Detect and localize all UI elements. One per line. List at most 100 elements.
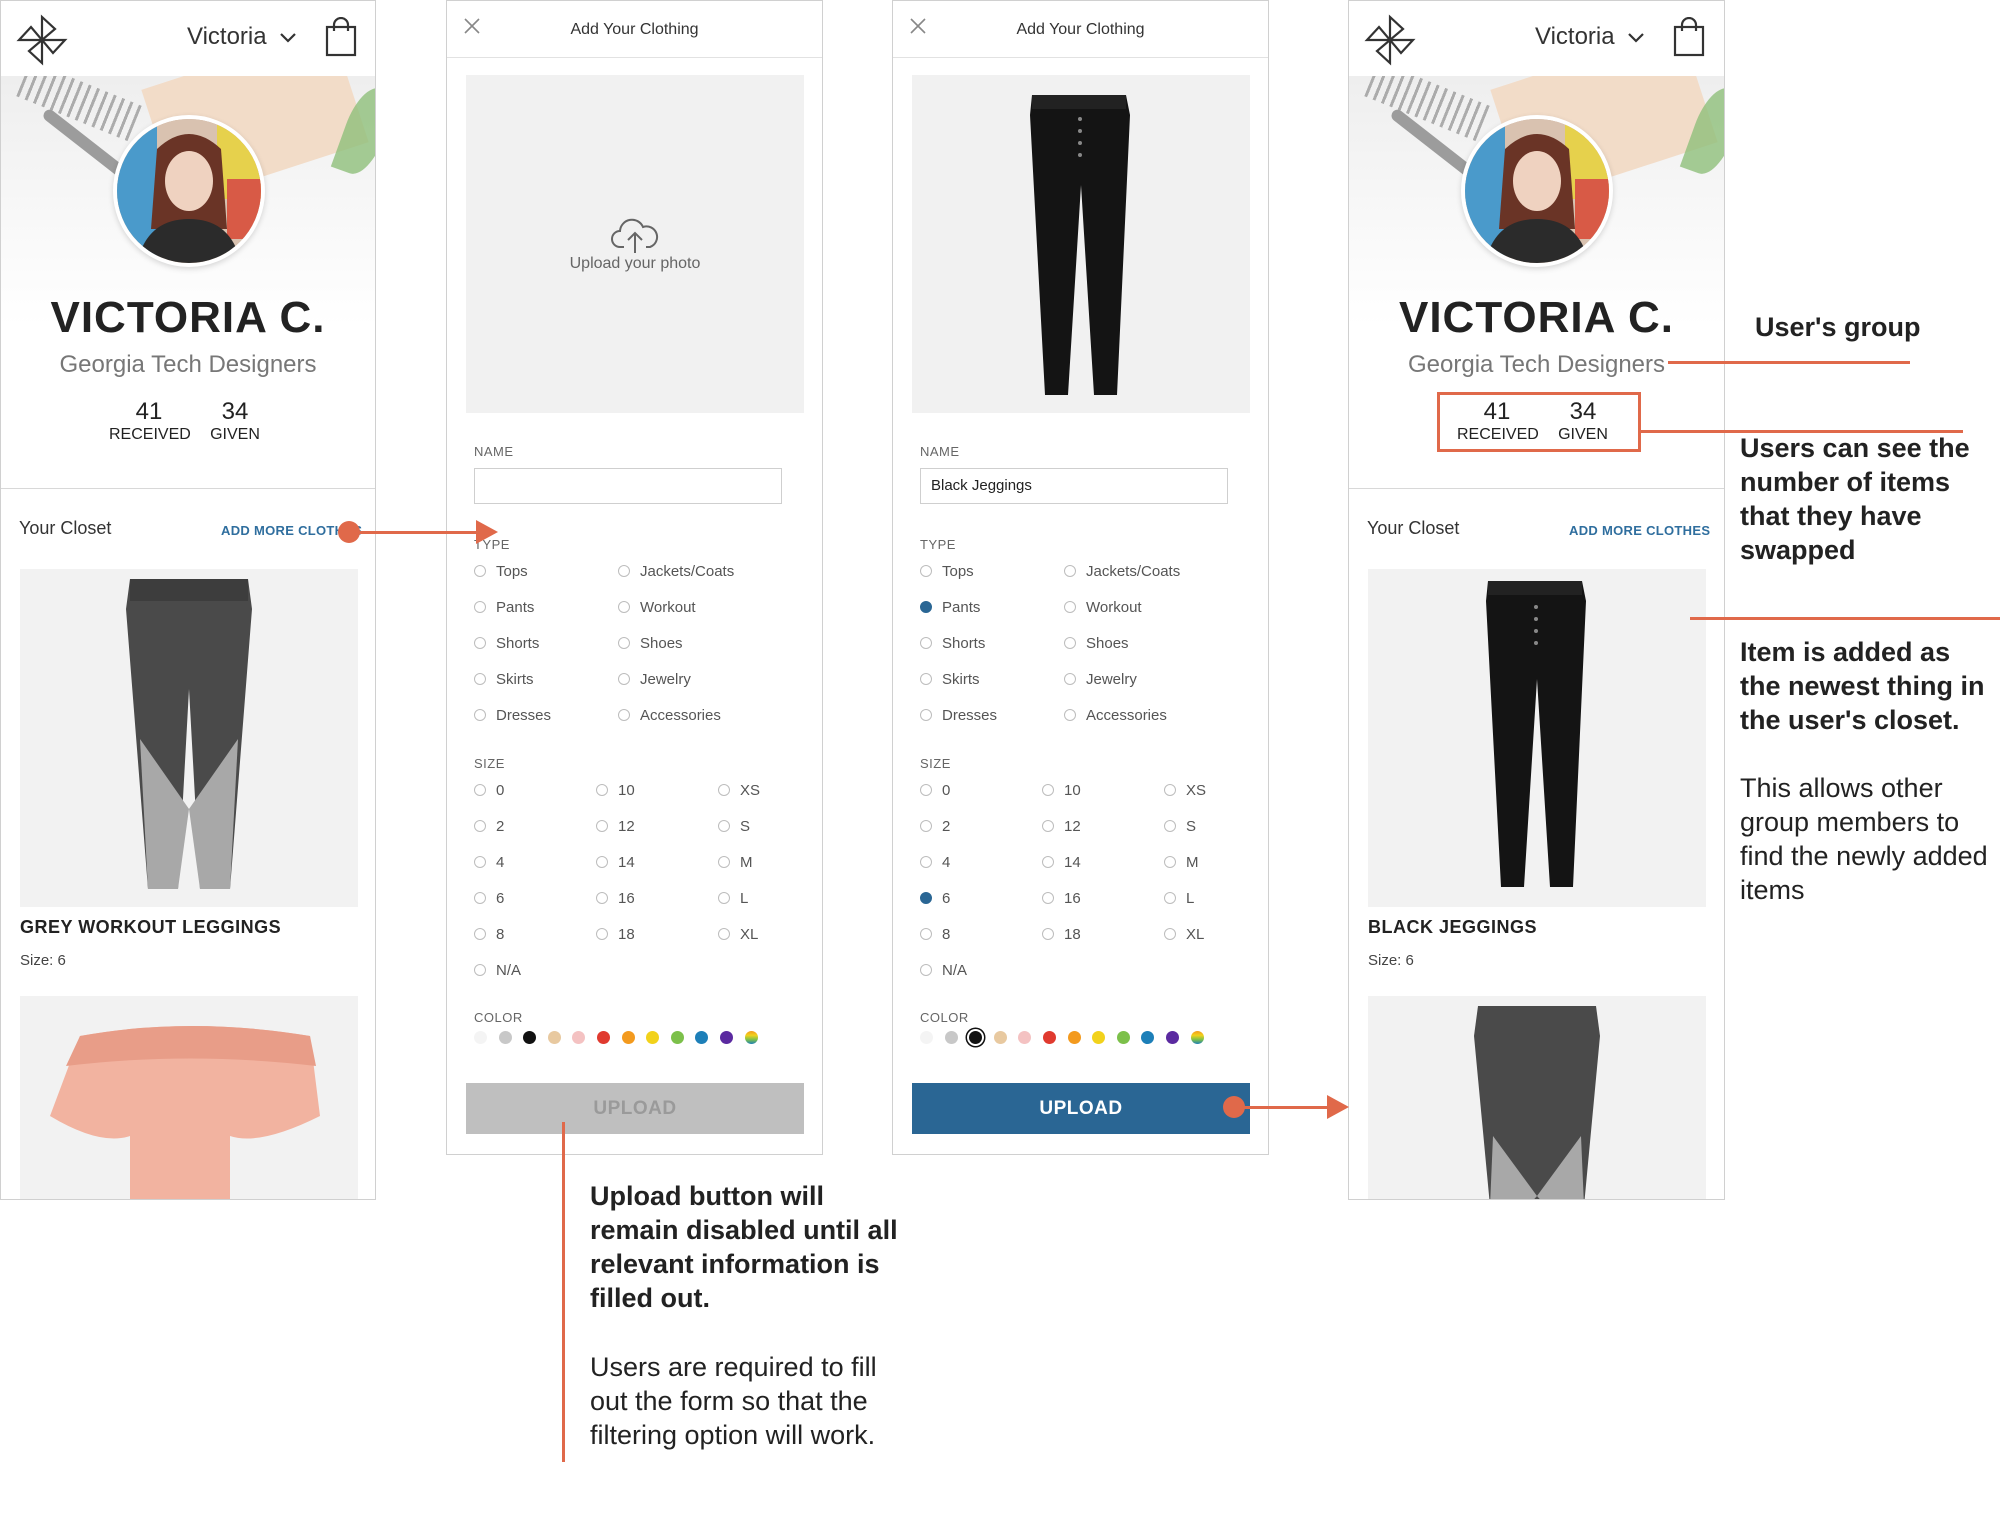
type-option[interactable]: Jewelry bbox=[1064, 671, 1137, 688]
type-option[interactable]: Jackets/Coats bbox=[618, 563, 734, 580]
size-option[interactable]: 10 bbox=[596, 782, 635, 799]
size-option[interactable]: 18 bbox=[1042, 926, 1081, 943]
type-option[interactable]: Shorts bbox=[474, 635, 539, 652]
radio-button[interactable] bbox=[474, 709, 486, 721]
radio-button[interactable] bbox=[718, 820, 730, 832]
radio-button[interactable] bbox=[1164, 820, 1176, 832]
type-option[interactable]: Shoes bbox=[1064, 635, 1129, 652]
radio-button[interactable] bbox=[618, 637, 630, 649]
color-swatch[interactable] bbox=[1141, 1031, 1155, 1044]
closet-item-image[interactable] bbox=[1368, 996, 1706, 1199]
type-option[interactable]: Dresses bbox=[474, 707, 551, 724]
radio-button[interactable] bbox=[718, 892, 730, 904]
radio-button[interactable] bbox=[1164, 856, 1176, 868]
size-option[interactable]: 2 bbox=[920, 818, 950, 835]
color-swatch[interactable] bbox=[744, 1031, 758, 1044]
color-swatch[interactable] bbox=[547, 1031, 561, 1044]
color-swatch[interactable] bbox=[1116, 1031, 1130, 1044]
size-option[interactable]: M bbox=[1164, 854, 1199, 871]
upload-button-disabled[interactable]: UPLOAD bbox=[466, 1083, 804, 1134]
size-option[interactable]: N/A bbox=[474, 962, 521, 979]
color-swatch[interactable] bbox=[1190, 1031, 1204, 1044]
type-option[interactable]: Tops bbox=[474, 563, 528, 580]
size-option[interactable]: M bbox=[718, 854, 753, 871]
radio-button[interactable] bbox=[920, 856, 932, 868]
type-option[interactable]: Workout bbox=[618, 599, 696, 616]
radio-button[interactable] bbox=[718, 784, 730, 796]
size-option[interactable]: 8 bbox=[920, 926, 950, 943]
type-option[interactable]: Tops bbox=[920, 563, 974, 580]
name-input[interactable] bbox=[474, 468, 782, 504]
radio-button[interactable] bbox=[474, 820, 486, 832]
radio-button[interactable] bbox=[596, 820, 608, 832]
radio-button[interactable] bbox=[1042, 856, 1054, 868]
size-option[interactable]: 14 bbox=[596, 854, 635, 871]
radio-button[interactable] bbox=[920, 601, 932, 613]
color-swatch[interactable] bbox=[1043, 1031, 1056, 1044]
color-swatch[interactable] bbox=[720, 1031, 733, 1044]
upload-button-enabled[interactable]: UPLOAD bbox=[912, 1083, 1250, 1134]
add-more-clothes-link[interactable]: ADD MORE CLOTHES bbox=[1569, 523, 1710, 538]
size-option[interactable]: L bbox=[1164, 890, 1194, 907]
radio-button[interactable] bbox=[618, 565, 630, 577]
radio-button[interactable] bbox=[920, 964, 932, 976]
radio-button[interactable] bbox=[474, 928, 486, 940]
shopping-bag-icon[interactable] bbox=[1673, 17, 1705, 57]
size-option[interactable]: S bbox=[718, 818, 750, 835]
size-option[interactable]: XS bbox=[1164, 782, 1206, 799]
closet-item-image[interactable] bbox=[20, 569, 358, 907]
radio-button[interactable] bbox=[1164, 784, 1176, 796]
size-option[interactable]: S bbox=[1164, 818, 1196, 835]
radio-button[interactable] bbox=[920, 637, 932, 649]
size-option[interactable]: XL bbox=[718, 926, 758, 943]
size-option[interactable]: 12 bbox=[596, 818, 635, 835]
pinwheel-logo-icon[interactable] bbox=[15, 13, 69, 67]
radio-button[interactable] bbox=[474, 673, 486, 685]
size-option[interactable]: 8 bbox=[474, 926, 504, 943]
type-option[interactable]: Skirts bbox=[474, 671, 534, 688]
size-option[interactable]: XS bbox=[718, 782, 760, 799]
color-swatch[interactable] bbox=[498, 1031, 512, 1044]
uploaded-photo[interactable] bbox=[912, 75, 1250, 413]
radio-button[interactable] bbox=[596, 784, 608, 796]
size-option[interactable]: 4 bbox=[920, 854, 950, 871]
type-option[interactable]: Accessories bbox=[618, 707, 721, 724]
type-option[interactable]: Shoes bbox=[618, 635, 683, 652]
size-option[interactable]: N/A bbox=[920, 962, 967, 979]
size-option[interactable]: 16 bbox=[1042, 890, 1081, 907]
radio-button[interactable] bbox=[920, 928, 932, 940]
radio-button[interactable] bbox=[474, 601, 486, 613]
color-swatch[interactable] bbox=[1067, 1031, 1081, 1044]
radio-button[interactable] bbox=[920, 820, 932, 832]
size-option[interactable]: 12 bbox=[1042, 818, 1081, 835]
radio-button[interactable] bbox=[474, 856, 486, 868]
size-option[interactable]: 0 bbox=[474, 782, 504, 799]
pinwheel-logo-icon[interactable] bbox=[1363, 13, 1417, 67]
closet-item-image[interactable] bbox=[20, 996, 358, 1199]
radio-button[interactable] bbox=[474, 892, 486, 904]
radio-button[interactable] bbox=[1064, 637, 1076, 649]
radio-button[interactable] bbox=[718, 928, 730, 940]
color-swatch[interactable] bbox=[993, 1031, 1007, 1044]
color-swatch[interactable] bbox=[597, 1031, 610, 1044]
user-dropdown[interactable]: Victoria bbox=[1535, 23, 1645, 51]
radio-button[interactable] bbox=[1042, 784, 1054, 796]
radio-button[interactable] bbox=[920, 673, 932, 685]
radio-button[interactable] bbox=[1164, 928, 1176, 940]
radio-button[interactable] bbox=[1164, 892, 1176, 904]
size-option[interactable]: 2 bbox=[474, 818, 504, 835]
size-option[interactable]: L bbox=[718, 890, 748, 907]
shopping-bag-icon[interactable] bbox=[325, 17, 357, 57]
photo-upload-area[interactable]: Upload your photo bbox=[466, 75, 804, 413]
color-swatch[interactable] bbox=[920, 1031, 933, 1044]
type-option[interactable]: Jackets/Coats bbox=[1064, 563, 1180, 580]
user-dropdown[interactable]: Victoria bbox=[187, 23, 297, 51]
radio-button[interactable] bbox=[596, 928, 608, 940]
radio-button[interactable] bbox=[474, 637, 486, 649]
radio-button[interactable] bbox=[1042, 928, 1054, 940]
type-option[interactable]: Skirts bbox=[920, 671, 980, 688]
radio-button[interactable] bbox=[474, 565, 486, 577]
size-option[interactable]: 16 bbox=[596, 890, 635, 907]
color-swatch[interactable] bbox=[474, 1031, 487, 1044]
type-option[interactable]: Accessories bbox=[1064, 707, 1167, 724]
